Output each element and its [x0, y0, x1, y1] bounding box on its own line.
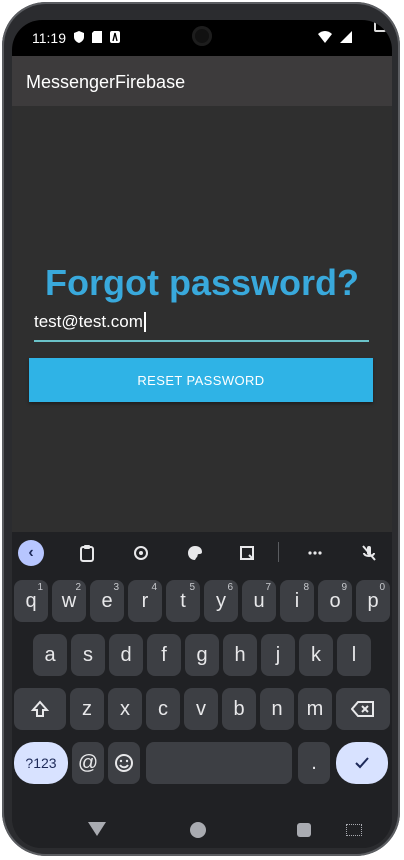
check-icon [355, 757, 369, 769]
app-title: MessengerFirebase [26, 72, 186, 92]
signal-icon [340, 30, 352, 48]
more-icon[interactable] [302, 540, 328, 566]
key-e[interactable]: e3 [90, 580, 124, 622]
mic-off-icon[interactable] [356, 540, 382, 566]
key-j[interactable]: j [261, 634, 295, 676]
reset-password-button[interactable]: RESET PASSWORD [29, 358, 373, 402]
key-u[interactable]: u7 [242, 580, 276, 622]
palette-icon[interactable] [182, 540, 208, 566]
backspace-icon [351, 701, 374, 717]
email-field[interactable]: test@test.com [34, 312, 369, 342]
key-y[interactable]: y6 [204, 580, 238, 622]
backspace-key[interactable] [336, 688, 390, 730]
toolbar-divider [278, 542, 279, 562]
status-icons [74, 30, 120, 43]
wifi-icon [318, 30, 332, 48]
status-right-icons [318, 30, 352, 48]
screenshot-icon[interactable] [234, 540, 260, 566]
space-key[interactable] [146, 742, 292, 784]
key-z[interactable]: z [70, 688, 104, 730]
phone-frame: 11:19 MessengerFirebase Forgot password?… [0, 0, 404, 860]
status-bar: 11:19 [12, 20, 392, 56]
page-title: Forgot password? [45, 262, 359, 303]
keyboard-row-1: q1 w2 e3 r4 t5 y6 u7 i8 o9 p0 [12, 580, 392, 626]
enter-key[interactable] [336, 742, 388, 784]
key-p[interactable]: p0 [356, 580, 390, 622]
emoji-icon [115, 754, 133, 772]
key-r[interactable]: r4 [128, 580, 162, 622]
key-s[interactable]: s [71, 634, 105, 676]
key-o[interactable]: o9 [318, 580, 352, 622]
key-c[interactable]: c [146, 688, 180, 730]
key-i[interactable]: i8 [280, 580, 314, 622]
shift-key[interactable] [14, 688, 66, 730]
symbols-key[interactable]: ?123 [14, 742, 68, 784]
keyboard-row-2: a s d f g h j k l [12, 634, 392, 680]
camera-hole [192, 26, 212, 46]
key-n[interactable]: n [260, 688, 294, 730]
key-f[interactable]: f [147, 634, 181, 676]
nav-back-icon[interactable] [88, 822, 106, 836]
back-icon[interactable]: ‹ [18, 540, 44, 566]
system-nav-bar [12, 810, 392, 848]
period-key[interactable]: . [298, 742, 330, 784]
shift-icon [30, 700, 50, 717]
key-b[interactable]: b [222, 688, 256, 730]
key-x[interactable]: x [108, 688, 142, 730]
battery-icon [374, 20, 386, 32]
key-q[interactable]: q1 [14, 580, 48, 622]
emoji-key[interactable] [108, 742, 140, 784]
nav-home-icon[interactable] [190, 822, 206, 838]
key-m[interactable]: m [298, 688, 332, 730]
key-l[interactable]: l [337, 634, 371, 676]
key-a[interactable]: a [33, 634, 67, 676]
a-icon [110, 30, 120, 43]
at-key[interactable]: @ [72, 742, 104, 784]
shield-icon [74, 30, 84, 43]
keyboard-row-4: ?123 @ . [12, 742, 392, 788]
key-d[interactable]: d [109, 634, 143, 676]
key-w[interactable]: w2 [52, 580, 86, 622]
key-g[interactable]: g [185, 634, 219, 676]
key-v[interactable]: v [184, 688, 218, 730]
email-value: test@test.com [34, 312, 143, 331]
keyboard-toolbar: ‹ [12, 532, 392, 572]
sim-card-icon [92, 30, 102, 43]
key-t[interactable]: t5 [166, 580, 200, 622]
screen: 11:19 MessengerFirebase Forgot password?… [12, 20, 392, 848]
nav-recents-icon[interactable] [297, 823, 311, 837]
key-k[interactable]: k [299, 634, 333, 676]
onscreen-keyboard: ‹ q 1 w 2 e 3 r 4 t 5 y 6 u 7 i 8 o 9 p … [12, 532, 392, 848]
forgot-password-screen: Forgot password? test@test.com RESET PAS… [12, 106, 392, 536]
clipboard-icon[interactable] [74, 540, 100, 566]
key-h[interactable]: h [223, 634, 257, 676]
app-bar: MessengerFirebase [12, 56, 392, 106]
status-time: 11:19 [32, 30, 66, 46]
keyboard-row-3: z x c v b n m [12, 688, 392, 734]
settings-icon[interactable] [128, 540, 154, 566]
text-caret [144, 312, 146, 332]
keyboard-switch-icon[interactable] [346, 824, 362, 836]
